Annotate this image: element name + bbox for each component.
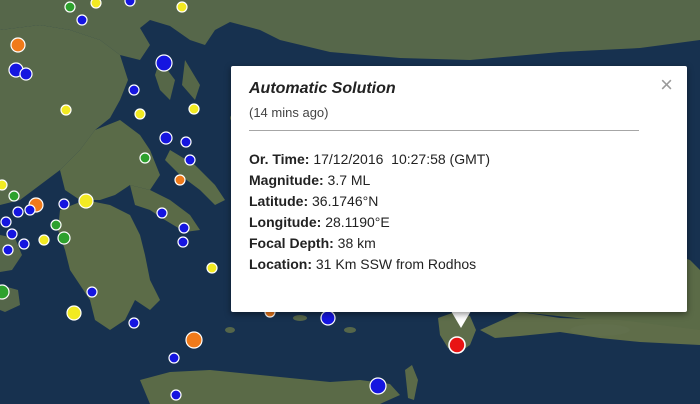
earthquake-marker-icon[interactable] [6, 228, 18, 240]
earthquake-marker-icon[interactable] [178, 222, 190, 234]
earthquake-marker-icon[interactable] [76, 14, 88, 26]
location-row: Location: 31 Km SSW from Rodhos [249, 254, 669, 275]
earthquake-marker-icon[interactable] [184, 154, 196, 166]
earthquake-marker-icon[interactable] [128, 317, 140, 329]
earthquake-marker-icon[interactable] [12, 206, 24, 218]
close-icon[interactable]: × [660, 74, 673, 96]
earthquake-marker-icon[interactable] [60, 104, 72, 116]
earthquake-marker-icon[interactable] [8, 190, 20, 202]
earthquake-marker-icon[interactable] [128, 84, 140, 96]
magnitude-row: Magnitude: 3.7 ML [249, 170, 669, 191]
earthquake-marker-icon[interactable] [180, 136, 192, 148]
row-label: Location: [249, 256, 312, 272]
earthquake-marker-icon[interactable] [156, 207, 168, 219]
earthquake-marker-icon[interactable] [139, 152, 151, 164]
popup-subtitle: (14 mins ago) [249, 105, 329, 120]
earthquake-marker-icon[interactable] [0, 179, 8, 191]
earthquake-marker-icon[interactable] [0, 216, 12, 228]
row-value: 38 km [333, 235, 376, 251]
earthquake-marker-icon[interactable] [168, 352, 180, 364]
earthquake-marker-icon[interactable] [24, 204, 36, 216]
earthquake-marker-icon[interactable] [58, 198, 70, 210]
earthquake-marker-icon[interactable] [188, 103, 200, 115]
earthquake-marker-icon[interactable] [57, 231, 71, 245]
earthquake-marker-icon[interactable] [170, 389, 182, 401]
earthquake-marker-icon[interactable] [2, 244, 14, 256]
earthquake-marker-icon[interactable] [320, 310, 336, 326]
popup-title: Automatic Solution [249, 80, 396, 97]
row-value: 3.7 ML [323, 172, 371, 188]
earthquake-marker-icon[interactable] [0, 284, 10, 300]
earthquake-marker-icon[interactable] [38, 234, 50, 246]
divider [249, 130, 639, 131]
earthquake-marker-icon[interactable] [159, 131, 173, 145]
earthquake-marker-icon[interactable] [124, 0, 136, 7]
earthquake-marker-icon[interactable] [10, 37, 26, 53]
earthquake-marker-icon[interactable] [176, 1, 188, 13]
event-details: Or. Time: 17/12/2016 10:27:58 (GMT) Magn… [249, 149, 669, 275]
row-label: Latitude: [249, 193, 309, 209]
earthquake-marker-icon[interactable] [174, 174, 186, 186]
earthquake-marker-icon[interactable] [155, 54, 173, 72]
earthquake-marker-icon[interactable] [448, 336, 466, 354]
earthquake-marker-icon[interactable] [78, 193, 94, 209]
row-label: Longitude: [249, 214, 322, 230]
origin-time-row: Or. Time: 17/12/2016 10:27:58 (GMT) [249, 149, 669, 170]
row-value: 36.1746°N [308, 193, 379, 209]
latitude-row: Latitude: 36.1746°N [249, 191, 669, 212]
earthquake-marker-icon[interactable] [206, 262, 218, 274]
row-value: 17/12/2016 10:27:58 (GMT) [309, 151, 490, 167]
popup-pointer [451, 311, 471, 328]
row-value: 31 Km SSW from Rodhos [312, 256, 477, 272]
row-value: 28.1190°E [321, 214, 390, 230]
earthquake-marker-icon[interactable] [369, 377, 387, 395]
earthquake-marker-icon[interactable] [134, 108, 146, 120]
earthquake-info-popup: × Automatic Solution (14 mins ago) Or. T… [231, 66, 687, 312]
earthquake-marker-icon[interactable] [19, 67, 33, 81]
focal-depth-row: Focal Depth: 38 km [249, 233, 669, 254]
earthquake-marker-icon[interactable] [86, 286, 98, 298]
row-label: Or. Time: [249, 151, 310, 167]
earthquake-marker-icon[interactable] [90, 0, 102, 9]
earthquake-marker-icon[interactable] [50, 219, 62, 231]
earthquake-marker-icon[interactable] [185, 331, 203, 349]
row-label: Magnitude: [249, 172, 324, 188]
longitude-row: Longitude: 28.1190°E [249, 212, 669, 233]
earthquake-marker-icon[interactable] [177, 236, 189, 248]
earthquake-marker-icon[interactable] [18, 238, 30, 250]
row-label: Focal Depth: [249, 235, 334, 251]
earthquake-marker-icon[interactable] [64, 1, 76, 13]
earthquake-marker-icon[interactable] [66, 305, 82, 321]
